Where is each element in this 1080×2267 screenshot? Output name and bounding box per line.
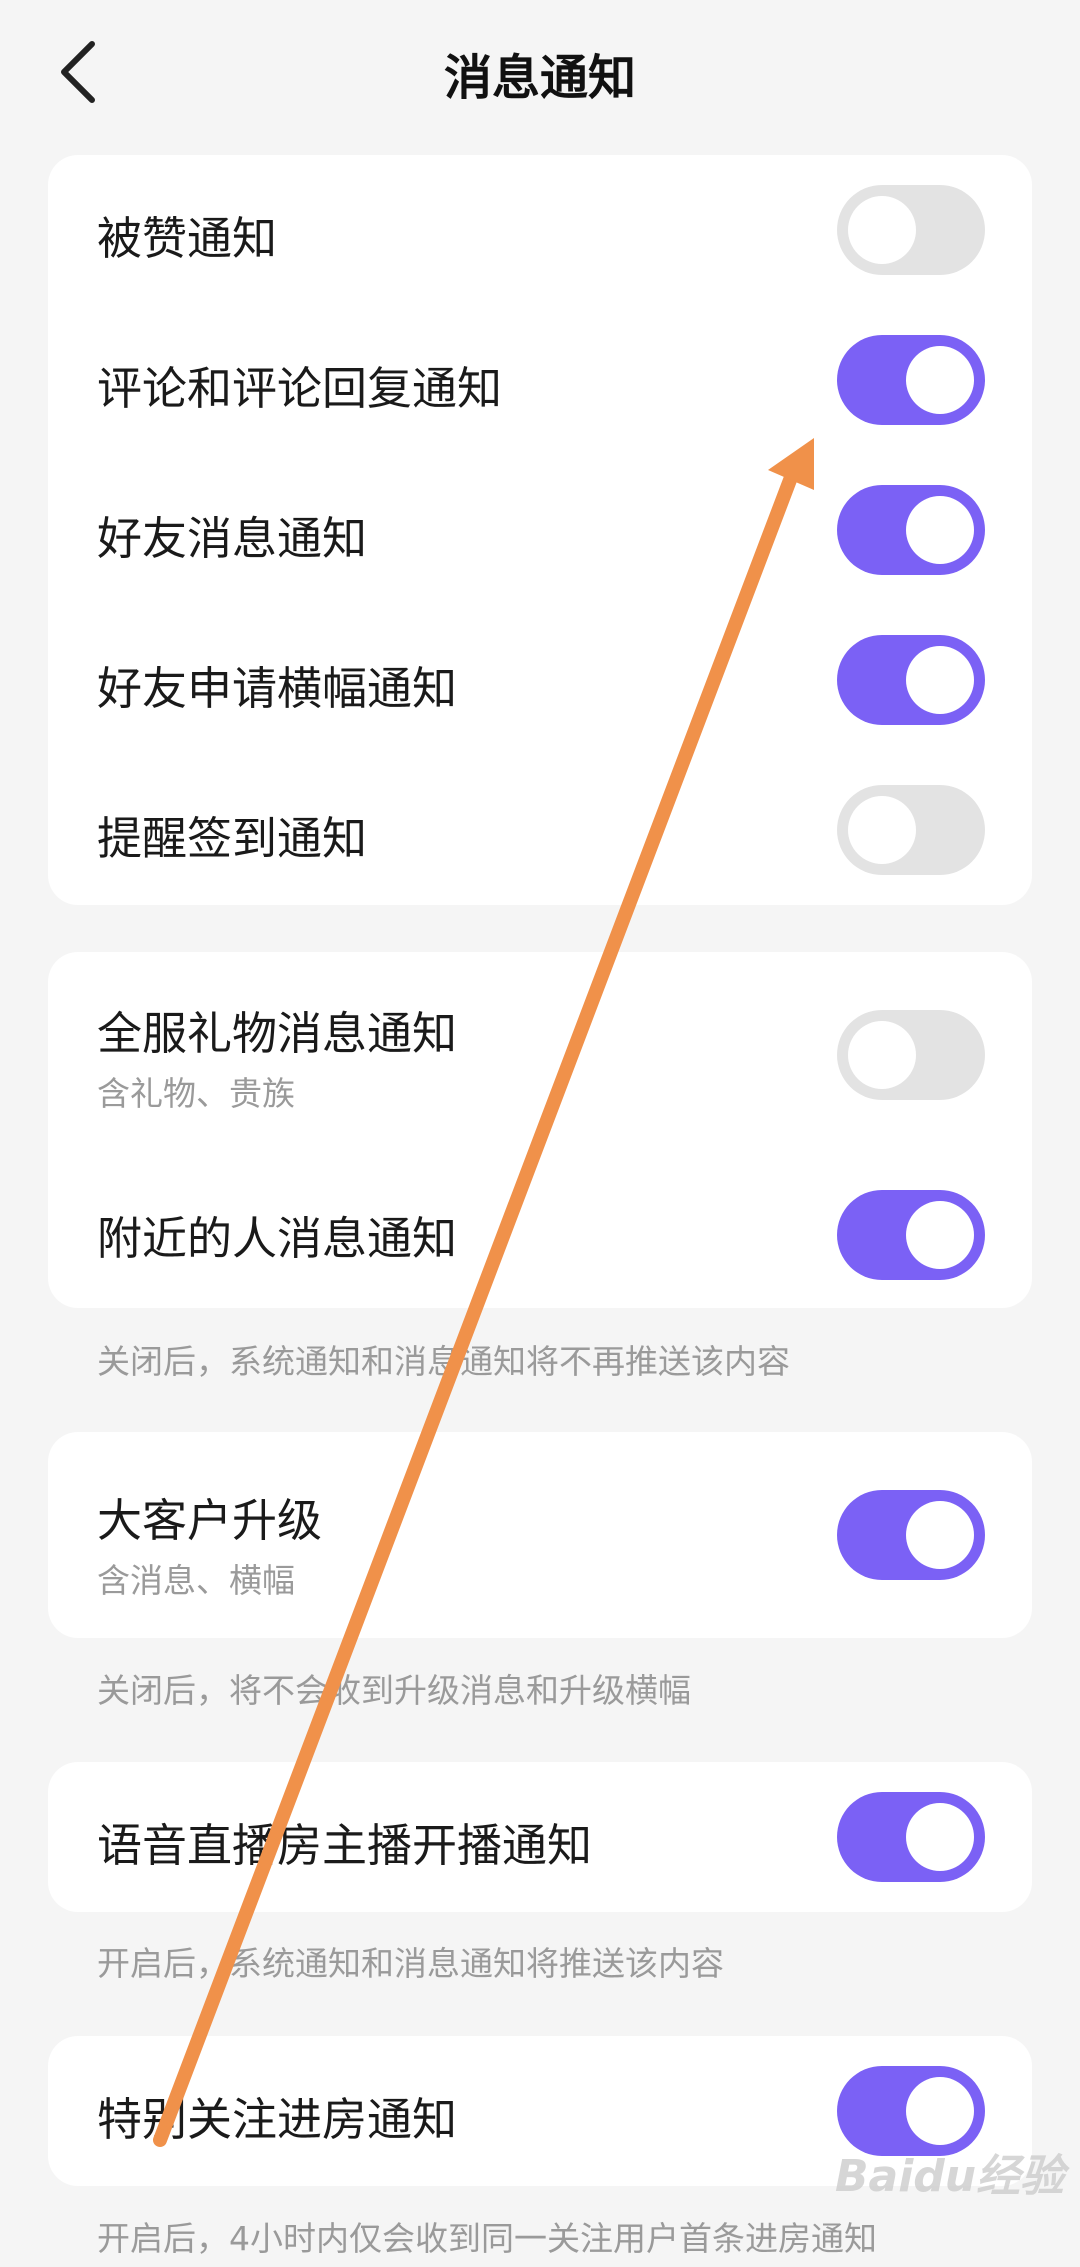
toggle-knob <box>906 1201 974 1269</box>
setting-label: 评论和评论回复通知 <box>97 362 503 415</box>
setting-label: 大客户升级 <box>97 1494 323 1547</box>
group-note: 关闭后，系统通知和消息通知将不再推送该内容 <box>97 1342 790 1381</box>
friend-requests-toggle[interactable] <box>837 635 985 725</box>
setting-row-checkin-reminder: 提醒签到通知 <box>48 755 1032 905</box>
setting-row-nearby-messages: 附近的人消息通知 <box>48 1152 1032 1308</box>
setting-label: 特别关注进房通知 <box>97 2093 458 2146</box>
setting-sublabel: 含礼物、贵族 <box>97 1074 295 1113</box>
setting-label: 被赞通知 <box>97 212 278 265</box>
setting-sublabel: 含消息、横幅 <box>97 1561 295 1600</box>
setting-row-likes: 被赞通知 <box>48 155 1032 305</box>
toggle-knob <box>906 496 974 564</box>
host-live-toggle[interactable] <box>837 1792 985 1882</box>
notification-group-basic: 被赞通知 评论和评论回复通知 好友消息通知 好友申请横幅通知 提醒签到通知 <box>48 155 1032 905</box>
watermark-logo: Baidu经验 <box>835 2151 1065 2202</box>
toggle-knob <box>906 346 974 414</box>
setting-label: 语音直播房主播开播通知 <box>97 1819 593 1872</box>
setting-row-host-live: 语音直播房主播开播通知 <box>48 1762 1032 1912</box>
setting-label: 全服礼物消息通知 <box>97 1007 458 1060</box>
setting-row-gift-messages: 全服礼物消息通知 含礼物、贵族 <box>48 952 1032 1152</box>
comments-toggle[interactable] <box>837 335 985 425</box>
group-note: 开启后，系统通知和消息通知将推送该内容 <box>97 1944 724 1983</box>
notification-group-broadcast: 全服礼物消息通知 含礼物、贵族 附近的人消息通知 <box>48 952 1032 1308</box>
setting-label: 好友申请横幅通知 <box>97 662 458 715</box>
checkin-reminder-toggle[interactable] <box>837 785 985 875</box>
setting-row-friend-requests: 好友申请横幅通知 <box>48 605 1032 755</box>
vip-upgrade-toggle[interactable] <box>837 1490 985 1580</box>
likes-toggle[interactable] <box>837 185 985 275</box>
group-note: 关闭后，将不会收到升级消息和升级横幅 <box>97 1671 691 1710</box>
toggle-knob <box>906 1501 974 1569</box>
notification-group-live: 语音直播房主播开播通知 <box>48 1762 1032 1912</box>
nearby-messages-toggle[interactable] <box>837 1190 985 1280</box>
toggle-knob <box>848 196 916 264</box>
toggle-knob <box>848 1021 916 1089</box>
setting-label: 提醒签到通知 <box>97 812 368 865</box>
gift-messages-toggle[interactable] <box>837 1010 985 1100</box>
top-bar: 消息通知 <box>0 0 1080 140</box>
notification-group-upgrade: 大客户升级 含消息、横幅 <box>48 1432 1032 1638</box>
setting-row-friend-messages: 好友消息通知 <box>48 455 1032 605</box>
setting-label: 好友消息通知 <box>97 512 368 565</box>
setting-row-comments: 评论和评论回复通知 <box>48 305 1032 455</box>
toggle-knob <box>848 796 916 864</box>
toggle-knob <box>906 2077 974 2145</box>
group-note: 开启后，4小时内仅会收到同一关注用户首条进房通知 <box>97 2219 877 2258</box>
setting-label: 附近的人消息通知 <box>97 1212 458 1265</box>
setting-row-vip-upgrade: 大客户升级 含消息、横幅 <box>48 1432 1032 1638</box>
friend-messages-toggle[interactable] <box>837 485 985 575</box>
toggle-knob <box>906 1803 974 1871</box>
toggle-knob <box>906 646 974 714</box>
page-title: 消息通知 <box>443 50 636 106</box>
